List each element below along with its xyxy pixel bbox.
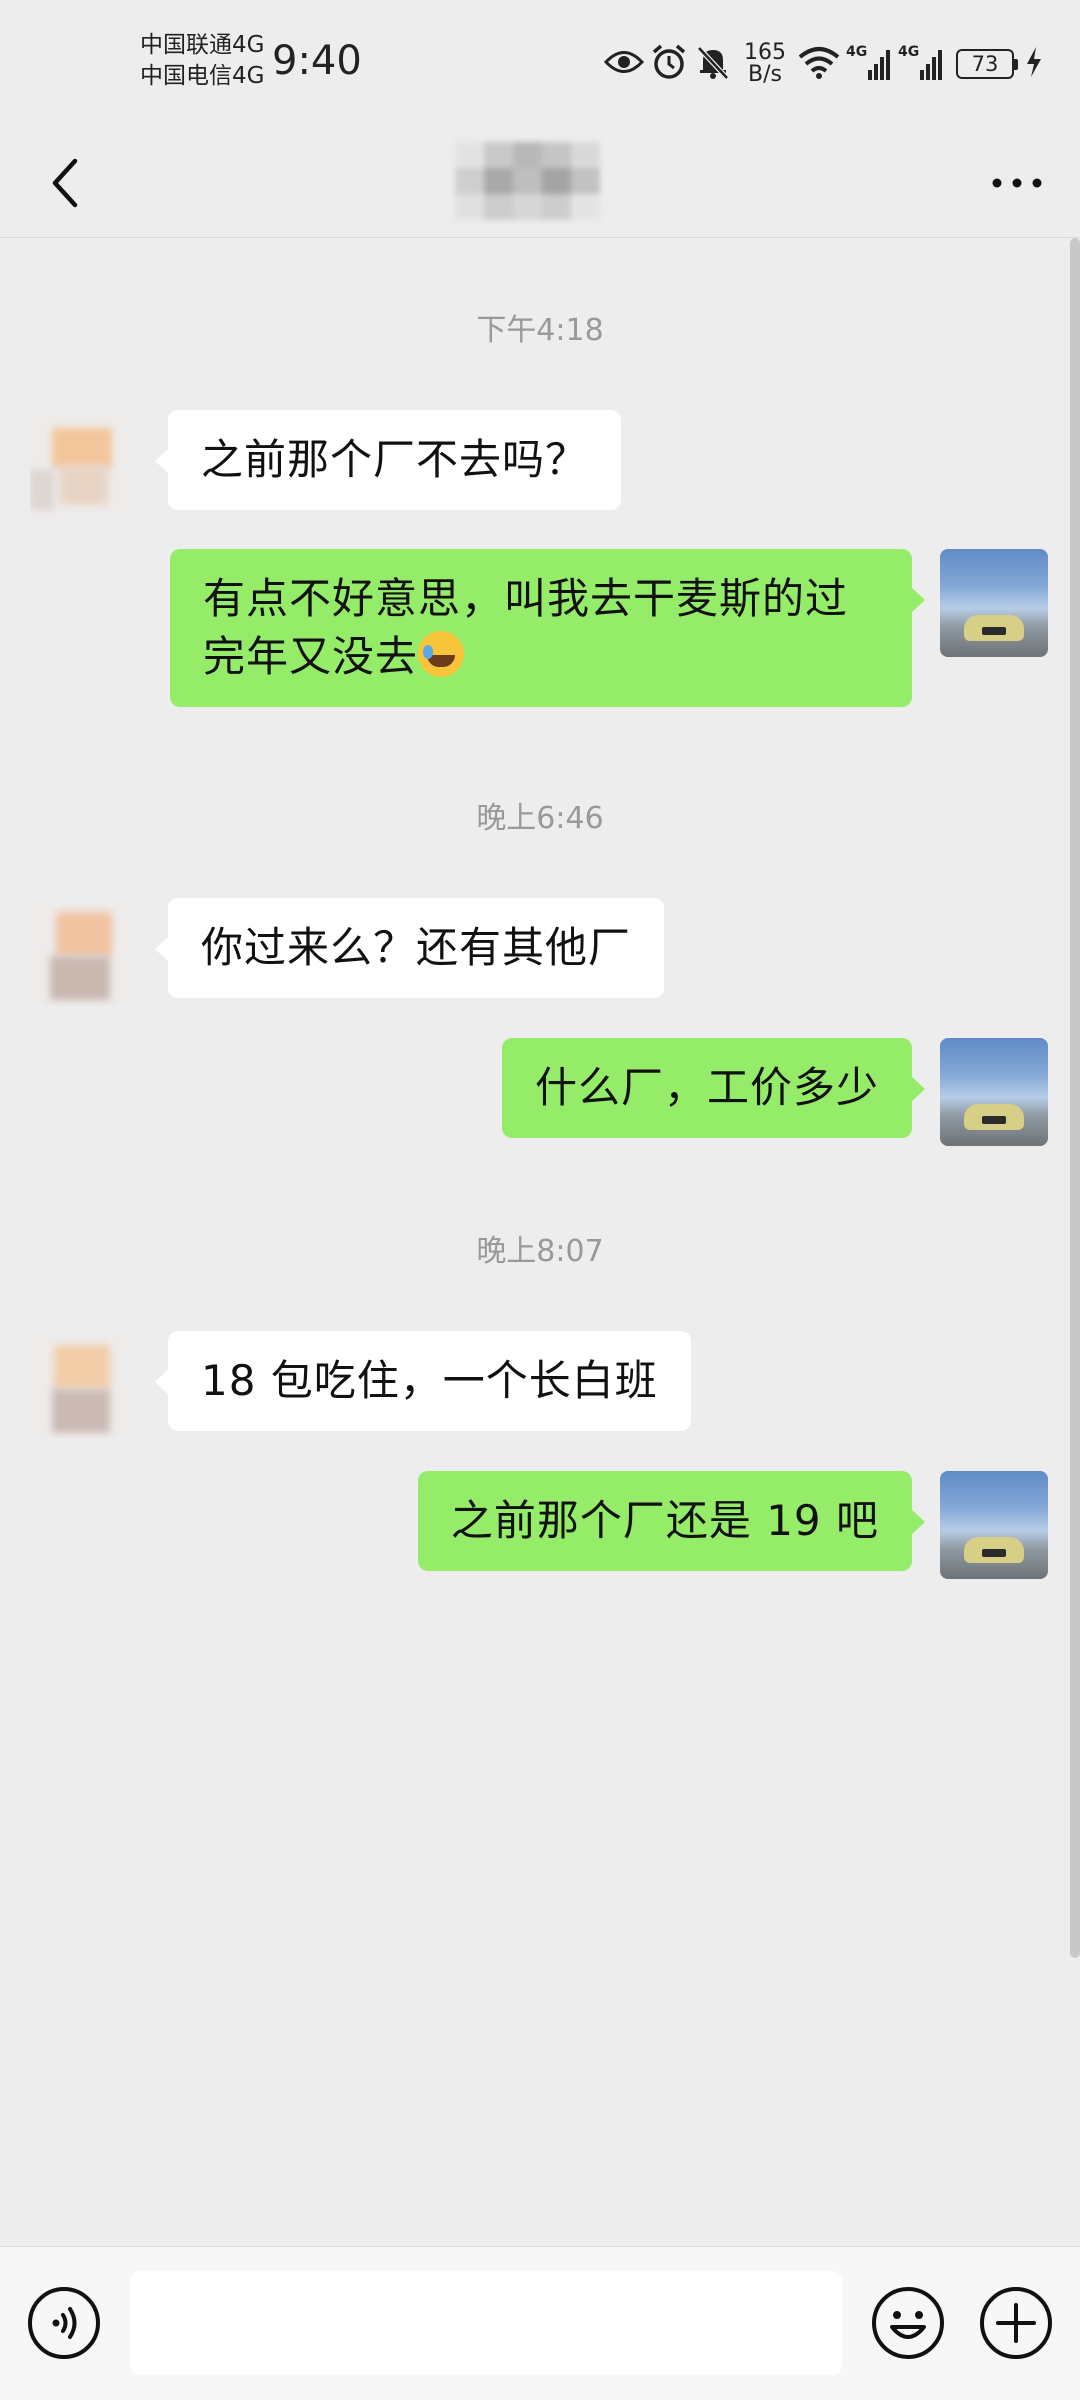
rofl-emoji-icon	[418, 631, 465, 677]
back-button[interactable]	[30, 148, 100, 218]
contact-avatar[interactable]	[30, 410, 138, 518]
my-avatar[interactable]	[940, 1471, 1048, 1579]
carrier-info: 中国联通4G 中国电信4G	[140, 30, 264, 92]
scrollbar[interactable]	[1070, 238, 1080, 1958]
contact-avatar[interactable]	[30, 1331, 138, 1439]
message-timestamp: 晚上8:07	[476, 1234, 604, 1269]
chat-title-pixelated	[455, 142, 600, 220]
more-dots-icon	[992, 178, 1042, 188]
eye-icon	[603, 49, 645, 79]
car-icon	[964, 615, 1024, 641]
back-chevron-icon	[52, 158, 78, 208]
voice-icon	[28, 2287, 100, 2359]
my-avatar[interactable]	[940, 1038, 1048, 1146]
battery-indicator: 73	[956, 49, 1018, 79]
status-bar: 中国联通4G 中国电信4G 9:40 165 B/s 4G 4G 73	[0, 0, 1080, 130]
incoming-message[interactable]: 你过来么？还有其他厂	[154, 898, 665, 998]
input-bar	[0, 2246, 1080, 2400]
status-time: 9:40	[272, 38, 362, 84]
car-icon	[964, 1104, 1024, 1130]
car-icon	[964, 1537, 1024, 1563]
header-divider	[0, 237, 1080, 238]
message-text: 有点不好意思，叫我去干麦斯的过完年又没去	[203, 574, 849, 681]
status-icons: 165 B/s 4G 4G 73	[603, 36, 1042, 92]
charging-icon	[1026, 47, 1042, 81]
carrier-1: 中国联通4G	[140, 32, 265, 58]
more-button[interactable]	[982, 148, 1052, 218]
incoming-message[interactable]: 18 包吃住，一个长白班	[155, 1331, 691, 1431]
outgoing-message[interactable]: 有点不好意思，叫我去干麦斯的过完年又没去	[170, 549, 925, 707]
my-avatar[interactable]	[940, 549, 1048, 657]
emoji-button[interactable]	[870, 2285, 946, 2361]
message-timestamp: 下午4:18	[476, 313, 604, 348]
message-input[interactable]	[130, 2271, 842, 2375]
contact-avatar[interactable]	[30, 898, 138, 1006]
message-timestamp: 晚上6:46	[476, 801, 604, 836]
outgoing-message[interactable]: 之前那个厂还是 19 吧	[417, 1471, 926, 1571]
more-functions-button[interactable]	[978, 2285, 1054, 2361]
signal-icon: 4G	[846, 44, 892, 84]
mute-bell-icon	[694, 43, 732, 85]
carrier-2: 中国电信4G	[140, 63, 265, 89]
incoming-message[interactable]: 之前那个厂不去吗？	[154, 410, 622, 510]
alarm-icon	[650, 43, 688, 85]
signal-icon: 4G	[898, 44, 944, 84]
emoji-icon	[872, 2287, 944, 2359]
chat-screen: 中国联通4G 中国电信4G 9:40 165 B/s 4G 4G 73 下午4:…	[0, 0, 1080, 2400]
plus-icon	[980, 2287, 1052, 2359]
wifi-icon	[798, 45, 840, 83]
outgoing-message[interactable]: 什么厂，工价多少	[501, 1038, 926, 1138]
chat-header	[0, 130, 1080, 238]
net-speed: 165 B/s	[744, 40, 786, 87]
voice-button[interactable]	[26, 2285, 102, 2361]
